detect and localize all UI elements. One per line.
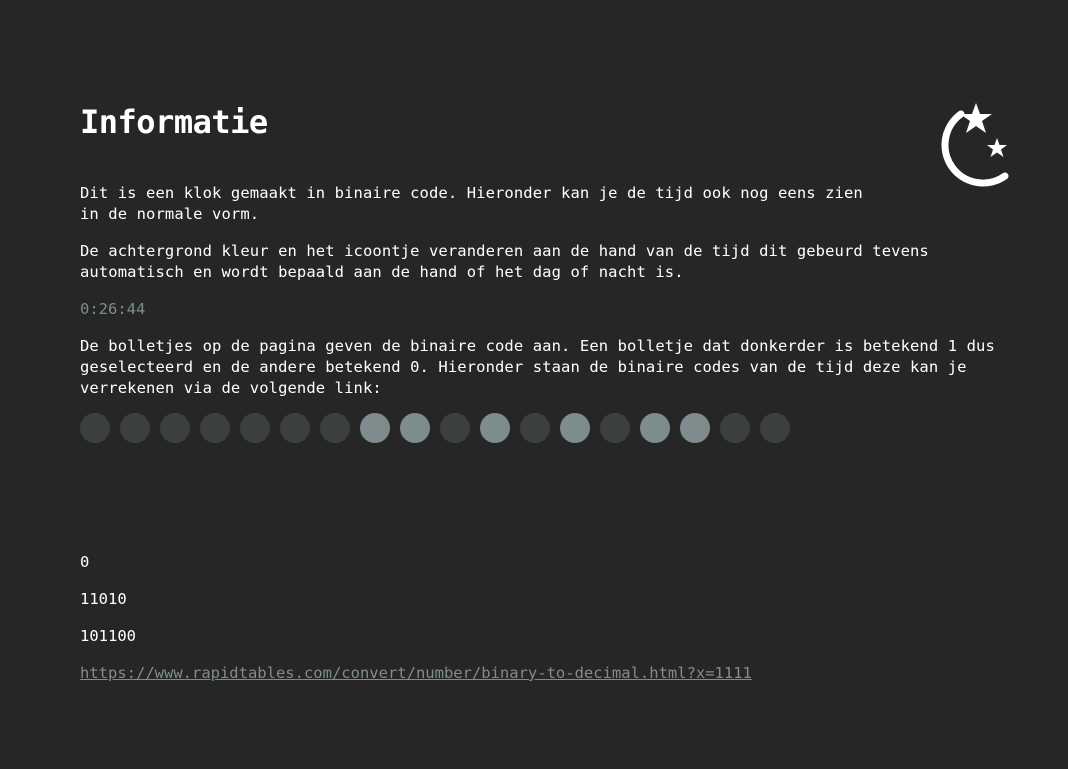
binary-dots-row: [80, 413, 790, 443]
binary-dot-off: [320, 413, 350, 443]
background-paragraph: De achtergrond kleur en het icoontje ver…: [80, 242, 929, 281]
binary-dot-off: [240, 413, 270, 443]
binary-dot-off: [600, 413, 630, 443]
intro-paragraph: Dit is een klok gemaakt in binaire code.…: [80, 184, 863, 223]
binary-dot-off: [760, 413, 790, 443]
binary-dot-off: [720, 413, 750, 443]
binary-hours: 0: [80, 553, 90, 571]
binary-dot-off: [160, 413, 190, 443]
dots-explanation-paragraph: De bolletjes op de pagina geven de binai…: [80, 337, 995, 397]
binary-dot-on: [480, 413, 510, 443]
binary-dot-off: [440, 413, 470, 443]
time-display: 0:26:44: [80, 300, 146, 318]
binary-dot-on: [640, 413, 670, 443]
binary-dot-off: [200, 413, 230, 443]
binary-dot-on: [560, 413, 590, 443]
binary-dot-on: [680, 413, 710, 443]
binary-dot-on: [360, 413, 390, 443]
binary-minutes: 11010: [80, 590, 127, 608]
binary-seconds: 101100: [80, 627, 136, 645]
binary-dot-off: [280, 413, 310, 443]
binary-dot-off: [520, 413, 550, 443]
moon-stars-icon[interactable]: [923, 100, 1013, 195]
page-title: Informatie: [80, 103, 268, 141]
binary-dot-on: [400, 413, 430, 443]
converter-link[interactable]: https://www.rapidtables.com/convert/numb…: [80, 663, 752, 684]
binary-dot-off: [80, 413, 110, 443]
binary-dot-off: [120, 413, 150, 443]
